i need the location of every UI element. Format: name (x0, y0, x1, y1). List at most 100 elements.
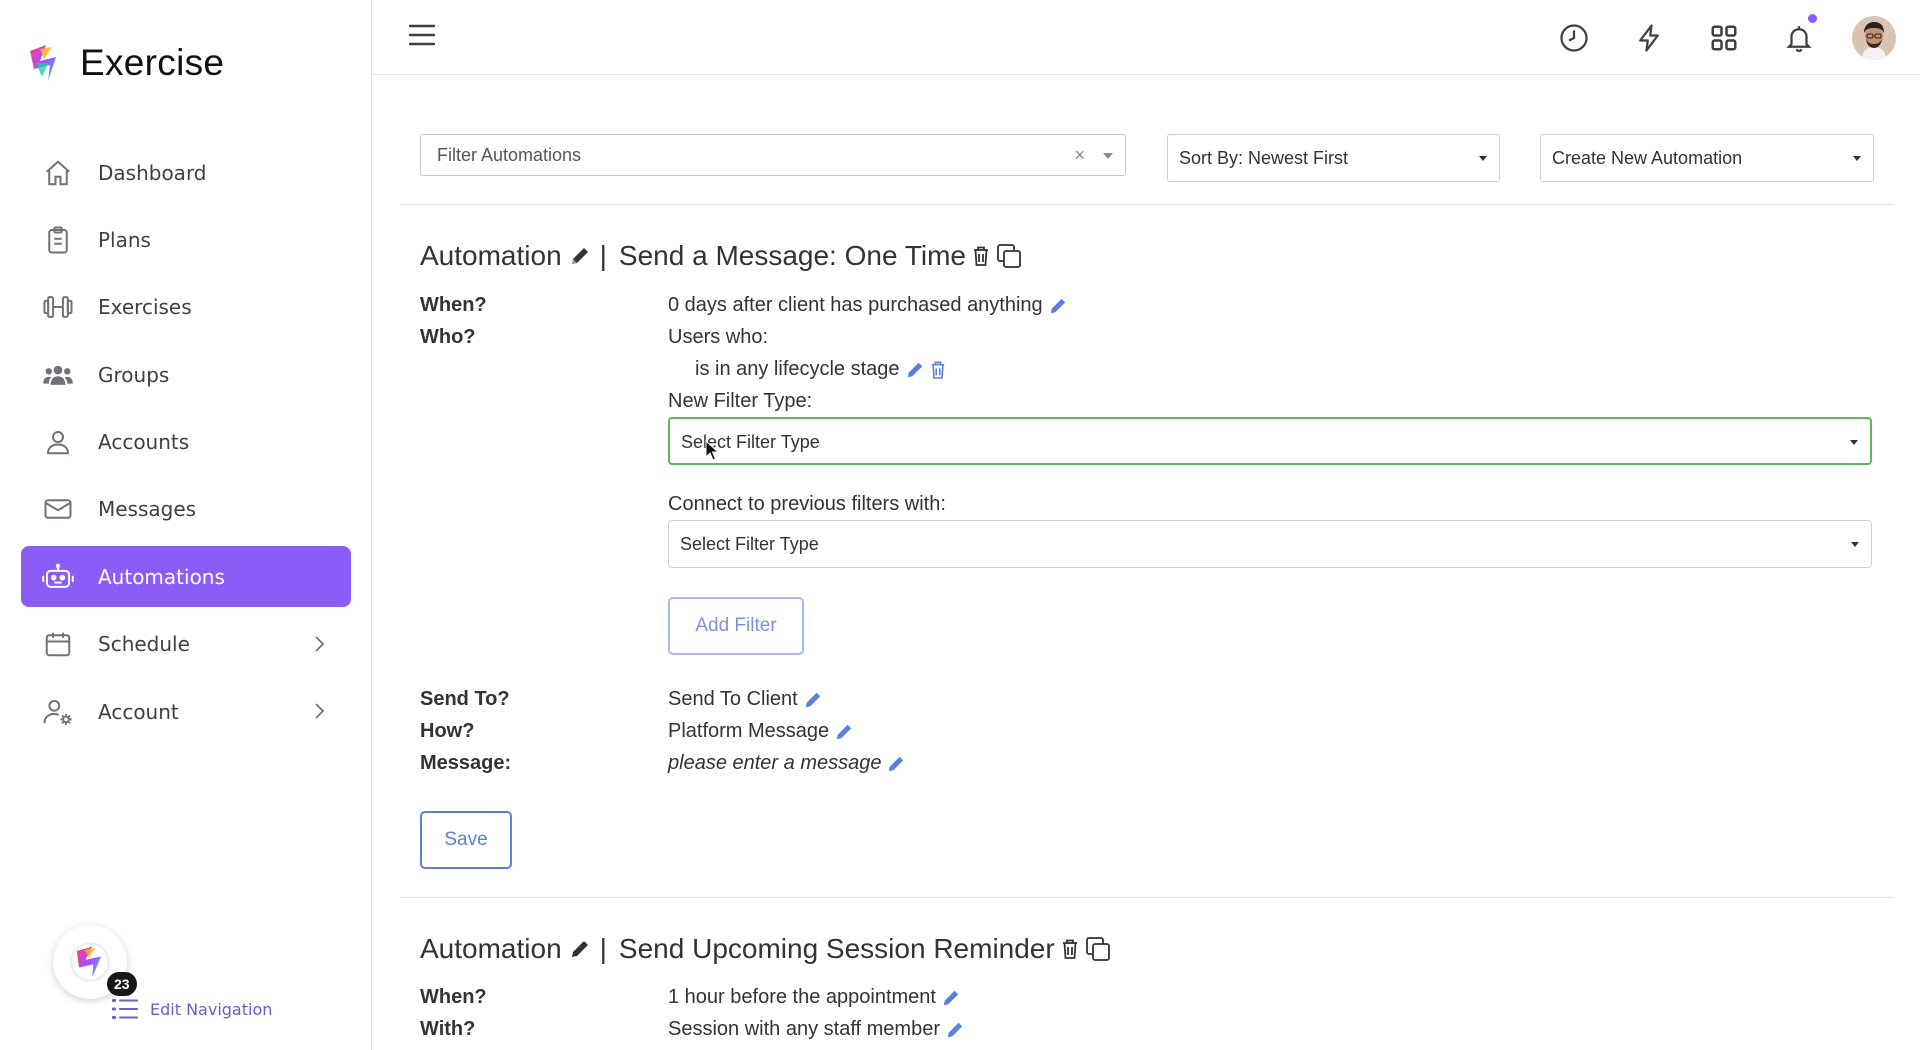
filter-placeholder: Filter Automations (437, 145, 582, 165)
message-text: please enter a message (668, 752, 882, 774)
clear-icon[interactable]: × (1074, 145, 1085, 166)
home-icon (42, 157, 74, 189)
pencil-icon[interactable] (570, 246, 590, 266)
logo-icon (30, 45, 56, 81)
sidebar-item-schedule[interactable]: Schedule (21, 614, 351, 675)
user-gear-icon (42, 696, 74, 728)
pencil-icon[interactable] (804, 691, 822, 709)
sidebar-item-label: Groups (98, 362, 170, 387)
edit-navigation-label: Edit Navigation (150, 999, 273, 1019)
automation-title: Automation | Send Upcoming Session Remin… (420, 933, 1111, 965)
pencil-icon[interactable] (835, 723, 853, 741)
caret-down-icon (1853, 156, 1861, 161)
sidebar-item-groups[interactable]: Groups (21, 344, 351, 405)
sidebar: Exercise Dashboard Plans Exercises Group… (0, 0, 372, 1050)
user-avatar[interactable] (1850, 14, 1898, 62)
divider (400, 204, 1894, 205)
sidebar-item-plans[interactable]: Plans (21, 209, 351, 270)
clipboard-icon (42, 224, 74, 256)
app-name: Exercise (80, 42, 225, 83)
sidebar-item-accounts[interactable]: Accounts (21, 412, 351, 473)
divider (400, 897, 1894, 898)
history-icon[interactable] (1550, 14, 1598, 62)
trash-icon[interactable] (1061, 938, 1079, 960)
send-to-value: Send To Client (668, 688, 822, 711)
message-label: Message: (420, 752, 512, 774)
notification-dot (1808, 14, 1817, 23)
pencil-icon[interactable] (942, 989, 960, 1007)
filter-row: is in any lifecycle stage (695, 358, 946, 381)
robot-icon (42, 561, 74, 593)
top-bar-actions (1523, 14, 1898, 62)
sidebar-item-label: Dashboard (98, 160, 207, 185)
sidebar-item-dashboard[interactable]: Dashboard (21, 142, 351, 203)
users-icon (42, 359, 74, 391)
when-label: When? (420, 986, 487, 1008)
with-label: With? (420, 1018, 476, 1040)
bolt-icon[interactable] (1625, 14, 1673, 62)
how-text: Platform Message (668, 720, 830, 742)
create-automation-select[interactable]: Create New Automation (1540, 134, 1874, 182)
when-label: When? (420, 294, 487, 316)
chevron-right-icon (313, 635, 325, 653)
top-bar (373, 0, 1920, 75)
connect-filters-label: Connect to previous filters with: (668, 493, 946, 515)
automation-prefix: Automation (420, 240, 562, 271)
caret-down-icon[interactable] (1103, 153, 1113, 159)
bell-icon[interactable] (1775, 14, 1823, 62)
copy-icon[interactable] (996, 243, 1022, 269)
sidebar-item-label: Messages (98, 497, 197, 522)
app-logo[interactable]: Exercise (26, 42, 224, 84)
automation-name: Send a Message: One Time (618, 240, 966, 271)
automation-name: Send Upcoming Session Reminder (618, 933, 1055, 964)
user-icon (42, 426, 74, 458)
send-to-label: Send To? (420, 688, 510, 710)
connect-filters-select[interactable]: Select Filter Type (668, 520, 1872, 568)
caret-down-icon (1479, 156, 1487, 161)
sort-select-value: Sort By: Newest First (1179, 148, 1349, 168)
sidebar-item-account[interactable]: Account (21, 681, 351, 742)
pencil-icon[interactable] (946, 1021, 964, 1039)
pencil-icon[interactable] (570, 939, 590, 959)
caret-down-icon (1851, 542, 1859, 547)
sidebar-item-exercises[interactable]: Exercises (21, 277, 351, 338)
new-filter-type-label: New Filter Type: (668, 390, 813, 412)
grid-icon[interactable] (1700, 14, 1748, 62)
dumbbell-icon (42, 291, 74, 323)
trash-icon[interactable] (930, 360, 946, 380)
title-separator: | (599, 933, 607, 964)
chevron-right-icon (313, 702, 325, 720)
calendar-icon (42, 628, 74, 660)
pencil-icon[interactable] (906, 361, 924, 379)
filter-text: is in any lifecycle stage (695, 358, 900, 380)
filter-automations-input[interactable]: Filter Automations × (420, 134, 1126, 176)
when-text: 1 hour before the appointment (668, 986, 936, 1008)
connect-filters-value: Select Filter Type (680, 534, 819, 554)
trash-icon[interactable] (972, 245, 990, 267)
mouse-cursor-icon (705, 440, 719, 462)
sidebar-item-label: Exercises (98, 295, 192, 320)
pencil-icon[interactable] (1049, 297, 1067, 315)
sidebar-item-automations[interactable]: Automations (21, 546, 351, 608)
save-button[interactable]: Save (420, 811, 512, 869)
edit-navigation-link[interactable]: Edit Navigation (112, 998, 272, 1020)
send-to-text: Send To Client (668, 688, 798, 710)
who-label: Who? (420, 326, 476, 348)
logo-icon (70, 942, 110, 982)
app-launcher[interactable]: 23 (53, 925, 137, 999)
sidebar-item-messages[interactable]: Messages (21, 479, 351, 540)
create-automation-value: Create New Automation (1552, 148, 1743, 168)
envelope-icon (42, 493, 74, 525)
when-value: 0 days after client has purchased anythi… (668, 294, 1067, 317)
new-filter-type-select[interactable]: Select Filter Type (668, 417, 1872, 465)
count-badge: 23 (107, 972, 137, 996)
menu-toggle-icon[interactable] (409, 24, 435, 46)
with-text: Session with any staff member (668, 1018, 940, 1040)
pencil-icon[interactable] (887, 755, 905, 773)
how-value: Platform Message (668, 720, 853, 743)
message-value: please enter a message (668, 752, 905, 775)
copy-icon[interactable] (1085, 936, 1111, 962)
sort-select[interactable]: Sort By: Newest First (1167, 134, 1500, 182)
new-filter-type-value: Select Filter Type (681, 432, 820, 452)
add-filter-button[interactable]: Add Filter (668, 597, 804, 655)
